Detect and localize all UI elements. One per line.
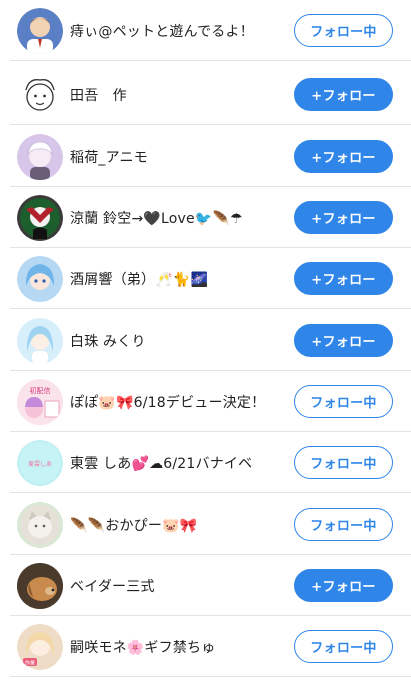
blue-hair-girl-avatar[interactable] [17, 255, 63, 302]
dog-photo-avatar[interactable] [17, 562, 63, 609]
follow-list: 痔ぃ@ペットと遊んでるよ！ フォロー中 田吾 作 +フォロー 稲荷_アニモ +フォロー 涼蘭… [0, 0, 411, 680]
user-name[interactable]: 痔ぃ@ペットと遊んでるよ！ [70, 21, 254, 41]
following-button[interactable]: フォロー中 [294, 630, 393, 663]
user-row[interactable]: 初配信ぽぽ🐷🎀6/18デビュー決定！ フォロー中 [0, 371, 411, 432]
man-caricature-avatar[interactable] [17, 7, 63, 54]
user-row[interactable]: 白珠 みくり +フォロー [0, 310, 411, 371]
user-name[interactable]: 東雲 しあ💕☁6/21バナイベ [70, 453, 252, 473]
svg-text:東雲しあ: 東雲しあ [28, 460, 52, 468]
following-button[interactable]: フォロー中 [294, 14, 393, 47]
user-name[interactable]: 白珠 みくり [70, 331, 146, 351]
user-name[interactable]: 涼蘭 鈴空→🖤Love🐦🪶☂ [70, 208, 243, 228]
user-row[interactable]: 東雲しあ 東雲 しあ💕☁6/21バナイベ フォロー中 [0, 432, 411, 493]
user-name[interactable]: ベイダー三式 [70, 576, 155, 596]
user-row[interactable]: 田吾 作 +フォロー [0, 64, 411, 125]
anime-boy-avatar[interactable] [17, 133, 63, 180]
following-button[interactable]: フォロー中 [294, 446, 393, 479]
user-row[interactable]: 稲荷_アニモ +フォロー [0, 126, 411, 187]
user-name[interactable]: 🪶🪶おかぴー🐷🎀 [70, 515, 197, 535]
follow-button[interactable]: +フォロー [294, 140, 393, 173]
svg-text:初配信: 初配信 [30, 386, 51, 395]
user-row[interactable]: 🪶🪶おかぴー🐷🎀 フォロー中 [0, 494, 411, 555]
follow-button[interactable]: +フォロー [294, 262, 393, 295]
user-name[interactable]: ぽぽ🐷🎀6/18デビュー決定！ [70, 392, 265, 412]
follow-button[interactable]: +フォロー [294, 324, 393, 357]
light-blue-hair-avatar[interactable] [17, 317, 63, 364]
follow-button[interactable]: +フォロー [294, 201, 393, 234]
pastel-logo-avatar[interactable]: 東雲しあ [17, 439, 63, 486]
user-row[interactable]: ベイダー三式 +フォロー [0, 555, 411, 616]
white-cat-avatar[interactable] [17, 501, 63, 548]
follow-button[interactable]: +フォロー [294, 78, 393, 111]
pink-poster-avatar[interactable]: 初配信 [17, 378, 63, 425]
follow-button[interactable]: +フォロー [294, 569, 393, 602]
user-row[interactable]: 痔ぃ@ペットと遊んでるよ！ フォロー中 [0, 0, 411, 61]
user-row[interactable]: 作業 嗣咲モネ🌸ギフ禁ちゅ フォロー中 [0, 616, 411, 677]
sketch-face-avatar[interactable] [17, 71, 63, 118]
user-name[interactable]: 稲荷_アニモ [70, 147, 148, 167]
user-row[interactable]: 涼蘭 鈴空→🖤Love🐦🪶☂ +フォロー [0, 187, 411, 248]
user-name[interactable]: 田吾 作 [70, 85, 127, 105]
user-row[interactable]: 酒屑響（弟）🥂🐈🌌 +フォロー [0, 248, 411, 309]
svg-text:作業: 作業 [25, 659, 35, 666]
user-name[interactable]: 酒屑響（弟）🥂🐈🌌 [70, 269, 208, 289]
following-button[interactable]: フォロー中 [294, 385, 393, 418]
following-button[interactable]: フォロー中 [294, 508, 393, 541]
dark-character-avatar[interactable] [17, 194, 63, 241]
cream-hair-girl-avatar[interactable]: 作業 [17, 623, 63, 670]
user-name[interactable]: 嗣咲モネ🌸ギフ禁ちゅ [70, 637, 215, 657]
